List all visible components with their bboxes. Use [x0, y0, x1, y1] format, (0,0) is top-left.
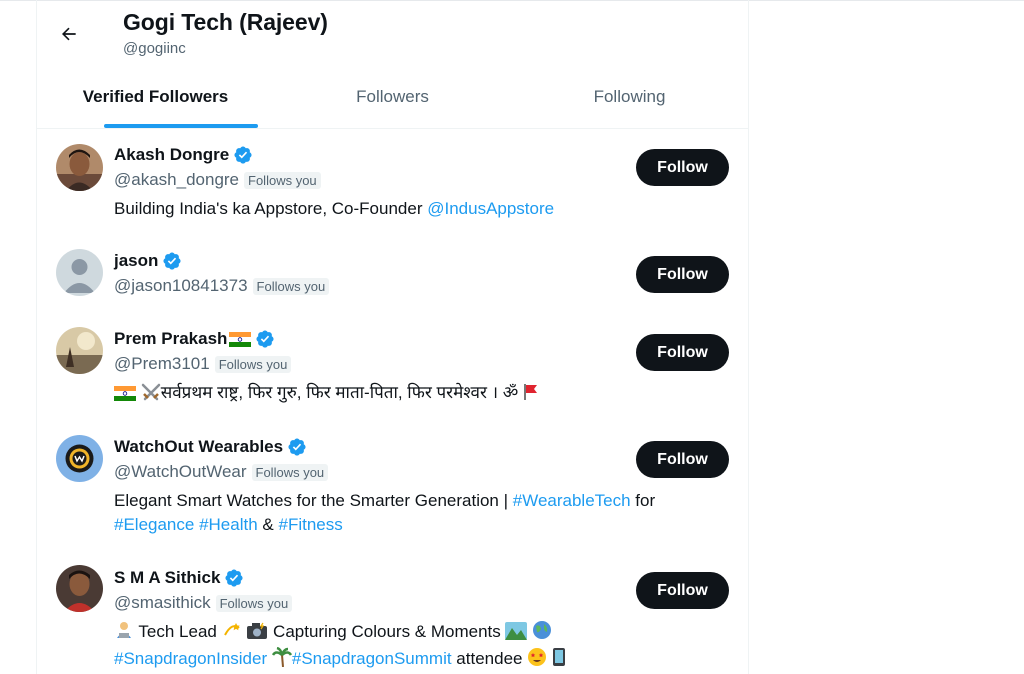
- mobile-phone-icon: [552, 647, 566, 674]
- national-park-icon: [505, 622, 528, 647]
- user-handle[interactable]: @jason10841373: [114, 276, 248, 296]
- india-flag-icon: [114, 384, 136, 408]
- user-name-row: Akash Dongre: [114, 145, 253, 165]
- palm-tree-icon: [271, 646, 292, 674]
- follows-you-badge: Follows you: [251, 463, 329, 481]
- red-flag-icon: [523, 383, 539, 408]
- user-name[interactable]: Akash Dongre: [114, 145, 229, 165]
- verified-badge-icon: [255, 329, 275, 349]
- tab-label: Verified Followers: [82, 87, 229, 106]
- verified-badge-icon: [162, 251, 182, 271]
- user-bio: Tech Lead Capturing Colours & Moments #S…: [114, 620, 714, 674]
- bio-text: for: [630, 491, 656, 510]
- user-cell[interactable]: Prem Prakash @Prem3101 Follows you सर्वप…: [37, 312, 748, 420]
- user-handle[interactable]: @akash_dongre: [114, 170, 239, 190]
- user-handle-row: @WatchOutWear Follows you: [114, 462, 329, 482]
- user-cell[interactable]: Akash Dongre @akash_dongre Follows you B…: [37, 128, 748, 236]
- user-bio: सर्वप्रथम राष्ट्र, फिर गुरु, फिर माता-पि…: [114, 381, 714, 408]
- user-cell[interactable]: S M A Sithick @smasithick Follows you Te…: [37, 552, 748, 674]
- user-name[interactable]: jason: [114, 251, 158, 271]
- tab-label: Followers: [356, 87, 429, 106]
- bio-text: सर्वप्रथम राष्ट्र, फिर गुरु, फिर माता-पि…: [160, 383, 519, 402]
- user-handle-row: @smasithick Follows you: [114, 593, 293, 613]
- avatar[interactable]: [56, 327, 103, 374]
- page-handle: @gogiinc: [123, 40, 186, 57]
- tab-bar: Verified Followers Followers Following: [37, 76, 748, 129]
- user-name[interactable]: WatchOut Wearables: [114, 437, 283, 457]
- hashtag-link[interactable]: #SnapdragonInsider: [114, 649, 267, 668]
- star-struck-icon: [527, 647, 547, 674]
- avatar[interactable]: [56, 249, 103, 296]
- user-cell[interactable]: WatchOut Wearables @WatchOutWear Follows…: [37, 420, 748, 552]
- user-bio: Building India's ka Appstore, Co-Founder…: [114, 197, 714, 221]
- user-cell[interactable]: jason @jason10841373 Follows you Follow: [37, 236, 748, 312]
- user-name-row: jason: [114, 251, 182, 271]
- user-handle-row: @Prem3101 Follows you: [114, 354, 292, 374]
- tab-following[interactable]: Following: [511, 76, 748, 128]
- crossed-swords-icon: [141, 383, 161, 408]
- bio-text: Capturing Colours & Moments: [268, 622, 506, 641]
- hashtag-link[interactable]: #Fitness: [278, 515, 342, 534]
- follow-button[interactable]: Follow: [636, 334, 729, 371]
- verified-badge-icon: [233, 145, 253, 165]
- verified-badge-icon: [224, 568, 244, 588]
- follow-button[interactable]: Follow: [636, 572, 729, 609]
- follows-you-badge: Follows you: [252, 277, 330, 295]
- tab-label: Following: [593, 87, 666, 106]
- follows-you-badge: Follows you: [214, 355, 292, 373]
- user-handle-row: @akash_dongre Follows you: [114, 170, 321, 190]
- follows-you-badge: Follows you: [215, 594, 293, 612]
- bio-text: Tech Lead: [134, 622, 222, 641]
- user-name-row: WatchOut Wearables: [114, 437, 307, 457]
- page-header: Gogi Tech (Rajeev) @gogiinc: [37, 0, 748, 76]
- avatar[interactable]: [56, 435, 103, 482]
- avatar[interactable]: [56, 144, 103, 191]
- technologist-icon: [114, 620, 134, 647]
- user-name[interactable]: Prem Prakash: [114, 329, 227, 349]
- user-name-row: S M A Sithick: [114, 568, 244, 588]
- user-handle[interactable]: @smasithick: [114, 593, 211, 613]
- user-name-row: Prem Prakash: [114, 329, 275, 349]
- india-flag-icon: [229, 331, 252, 347]
- verified-badge-icon: [287, 437, 307, 457]
- bio-text: attendee: [451, 649, 528, 668]
- bio-text: Elegant Smart Watches for the Smarter Ge…: [114, 491, 513, 510]
- bio-text: &: [257, 515, 279, 534]
- avatar[interactable]: [56, 565, 103, 612]
- bio-mention-link[interactable]: @IndusAppstore: [427, 199, 554, 218]
- followers-column: Gogi Tech (Rajeev) @gogiinc Verified Fol…: [36, 0, 749, 674]
- arrow-left-icon: [62, 27, 76, 41]
- tab-followers[interactable]: Followers: [274, 76, 511, 128]
- bio-text: Building India's ka Appstore, Co-Founder: [114, 199, 428, 218]
- follow-button[interactable]: Follow: [636, 256, 729, 293]
- page-title: Gogi Tech (Rajeev): [123, 9, 328, 35]
- user-handle[interactable]: @Prem3101: [114, 354, 210, 374]
- camera-flash-icon: [246, 622, 268, 647]
- user-bio: Elegant Smart Watches for the Smarter Ge…: [114, 489, 714, 537]
- hashtag-link[interactable]: #Health: [199, 515, 258, 534]
- follow-button[interactable]: Follow: [636, 149, 729, 186]
- dizzy-icon: [222, 620, 242, 647]
- follows-you-badge: Follows you: [244, 171, 321, 189]
- hashtag-link[interactable]: #SnapdragonSummit: [292, 649, 452, 668]
- hashtag-link[interactable]: #WearableTech: [513, 491, 631, 510]
- user-handle-row: @jason10841373 Follows you: [114, 276, 330, 296]
- user-handle[interactable]: @WatchOutWear: [114, 462, 247, 482]
- globe-icon: [532, 620, 552, 647]
- user-name[interactable]: S M A Sithick: [114, 568, 220, 588]
- follow-button[interactable]: Follow: [636, 441, 729, 478]
- hashtag-link[interactable]: #Elegance: [114, 515, 194, 534]
- back-button[interactable]: [53, 18, 85, 50]
- tab-verified-followers[interactable]: Verified Followers: [37, 76, 274, 128]
